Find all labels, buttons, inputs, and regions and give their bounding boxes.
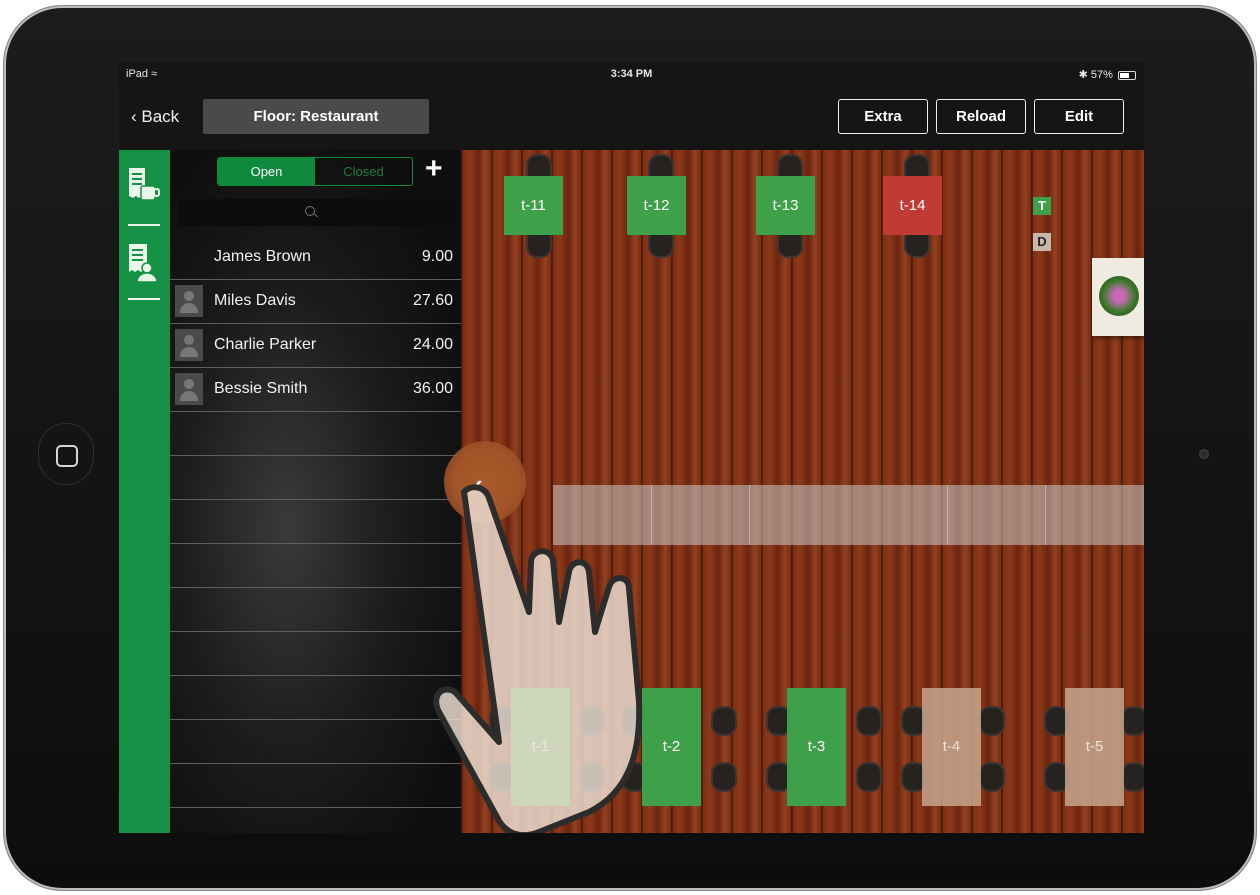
battery-percent: 57%: [1090, 69, 1113, 81]
customer-row[interactable]: Bessie Smith 36.00: [170, 367, 461, 412]
receipt-person-icon[interactable]: [125, 240, 161, 284]
t-badge[interactable]: T: [1033, 197, 1051, 215]
chair: [1121, 762, 1144, 792]
battery-icon: [1118, 70, 1136, 80]
back-chevron-icon: ‹: [131, 107, 142, 126]
chair: [579, 706, 605, 736]
empty-row: [170, 455, 461, 500]
sidebar: [119, 150, 170, 833]
table-t-5[interactable]: t-5: [1065, 688, 1124, 806]
floor-selector[interactable]: Floor: Restaurant: [203, 99, 429, 134]
chair: [579, 762, 605, 792]
collapse-panel-icon: ‹: [474, 469, 483, 499]
d-badge[interactable]: D: [1033, 233, 1051, 251]
collapse-panel-button[interactable]: ‹: [444, 441, 526, 523]
chair: [979, 706, 1005, 736]
segment-closed[interactable]: Closed: [315, 158, 412, 185]
status-bar: iPad ≈ 3:34 PM ✱ 57%: [119, 62, 1144, 88]
plus-icon[interactable]: +: [425, 154, 443, 184]
chair: [979, 762, 1005, 792]
customer-name: Miles Davis: [214, 292, 296, 309]
table-t-14[interactable]: t-14: [883, 176, 942, 235]
table-t-2[interactable]: t-2: [642, 688, 701, 806]
table-t-13[interactable]: t-13: [756, 176, 815, 235]
sidebar-divider: [128, 298, 160, 300]
empty-row: [170, 719, 461, 764]
table-t-11[interactable]: t-11: [504, 176, 563, 235]
app-screen: iPad ≈ 3:34 PM ✱ 57% ‹ Back Floor: Resta…: [119, 62, 1144, 833]
planter-decor: [1092, 258, 1144, 336]
table-t-3[interactable]: t-3: [787, 688, 846, 806]
customer-amount: 27.60: [412, 292, 453, 309]
chair: [1121, 706, 1144, 736]
customer-amount: 9.00: [421, 248, 453, 265]
floor-plan: t-11 t-12 t-13 t-14 T D t-1 t-2 t-3 t-4 …: [461, 150, 1144, 833]
receipt-cup-icon[interactable]: [125, 164, 161, 208]
empty-row: [170, 499, 461, 544]
avatar: [175, 373, 203, 405]
search-input[interactable]: [178, 199, 453, 226]
customer-amount: 24.00: [412, 336, 453, 353]
status-time: 3:34 PM: [610, 68, 653, 80]
empty-row: [170, 631, 461, 676]
back-label: Back: [141, 107, 180, 126]
sidebar-divider: [128, 224, 160, 226]
empty-row: [170, 411, 461, 456]
segment-open[interactable]: Open: [218, 158, 315, 185]
extra-button[interactable]: Extra: [838, 99, 928, 134]
empty-row: [170, 587, 461, 632]
search-icon: [305, 206, 315, 216]
home-button[interactable]: [38, 423, 94, 485]
chair: [856, 762, 882, 792]
customer-row[interactable]: Miles Davis 27.60: [170, 279, 461, 324]
avatar: [175, 285, 203, 317]
customer-amount: 36.00: [412, 380, 453, 397]
customer-row[interactable]: James Brown 9.00: [170, 235, 461, 280]
chair: [711, 762, 737, 792]
nav-bar: ‹ Back Floor: Restaurant Extra Reload Ed…: [119, 88, 1144, 150]
customer-row[interactable]: Charlie Parker 24.00: [170, 323, 461, 368]
chair: [711, 706, 737, 736]
avatar: [175, 329, 203, 361]
camera-icon: [1199, 449, 1209, 459]
table-t-4[interactable]: t-4: [922, 688, 981, 806]
customer-name: Charlie Parker: [214, 336, 317, 353]
open-closed-segment: Open Closed: [217, 157, 413, 186]
empty-row: [170, 675, 461, 720]
empty-row: [170, 543, 461, 588]
chair: [856, 706, 882, 736]
reload-button[interactable]: Reload: [936, 99, 1026, 134]
long-table[interactable]: [553, 485, 1144, 545]
table-t-12[interactable]: t-12: [627, 176, 686, 235]
edit-button[interactable]: Edit: [1034, 99, 1124, 134]
bluetooth-icon: ✱: [1078, 69, 1088, 81]
customer-name: James Brown: [214, 248, 311, 265]
back-button[interactable]: ‹ Back: [131, 107, 179, 127]
customer-name: Bessie Smith: [214, 380, 308, 397]
empty-row: [170, 763, 461, 808]
table-t-1[interactable]: t-1: [511, 688, 570, 806]
customer-list-panel: Open Closed + James Brown 9.00 Miles Dav…: [170, 150, 461, 833]
